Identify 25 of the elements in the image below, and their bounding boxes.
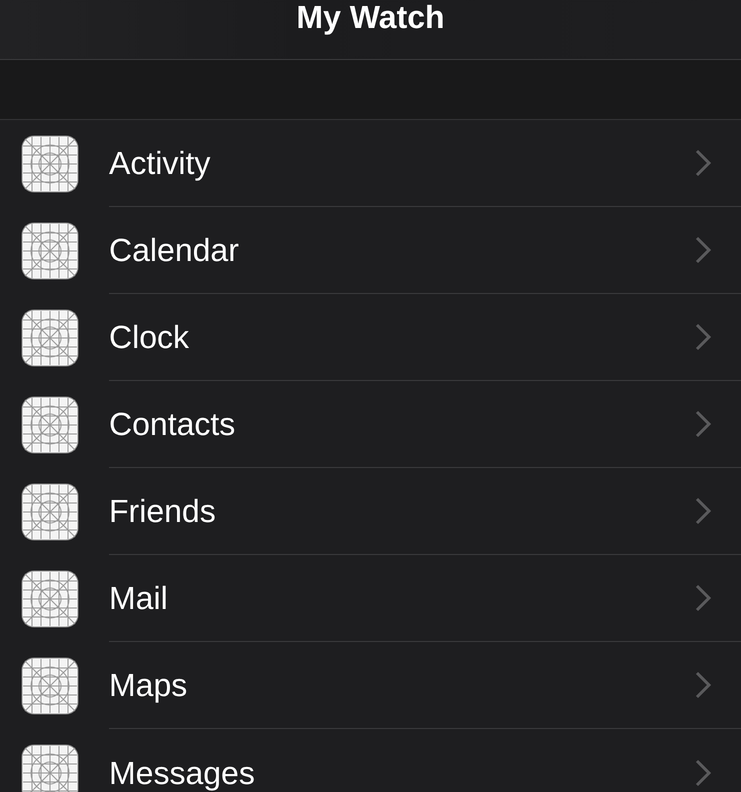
chevron-icon (694, 149, 712, 177)
chevron-icon (694, 758, 712, 786)
app-placeholder-icon (21, 482, 79, 540)
screen-title: My Watch (296, 0, 445, 34)
chevron-icon (694, 671, 712, 699)
chevron-icon (694, 236, 712, 264)
app-placeholder-icon (21, 744, 79, 792)
app-name[interactable]: Maps (109, 669, 694, 701)
app-placeholder-icon (21, 570, 79, 628)
app-name[interactable]: Mail (109, 582, 694, 614)
app-placeholder-icon (21, 222, 79, 280)
chevron-icon (694, 410, 712, 438)
chevron-icon (694, 584, 712, 612)
app-name[interactable]: Calendar (109, 234, 694, 266)
app-name[interactable]: Contacts (109, 408, 694, 440)
app-name[interactable]: Friends (109, 495, 694, 527)
chevron-icon (694, 497, 712, 525)
app-name[interactable]: Activity (109, 147, 694, 179)
app-placeholder-icon (21, 656, 79, 714)
app-name[interactable]: Messages (109, 756, 694, 788)
app-name[interactable]: Clock (109, 321, 694, 353)
chevron-icon (694, 323, 712, 351)
app-placeholder-icon (21, 308, 79, 366)
app-placeholder-icon (21, 134, 79, 192)
app-placeholder-icon (21, 396, 79, 454)
